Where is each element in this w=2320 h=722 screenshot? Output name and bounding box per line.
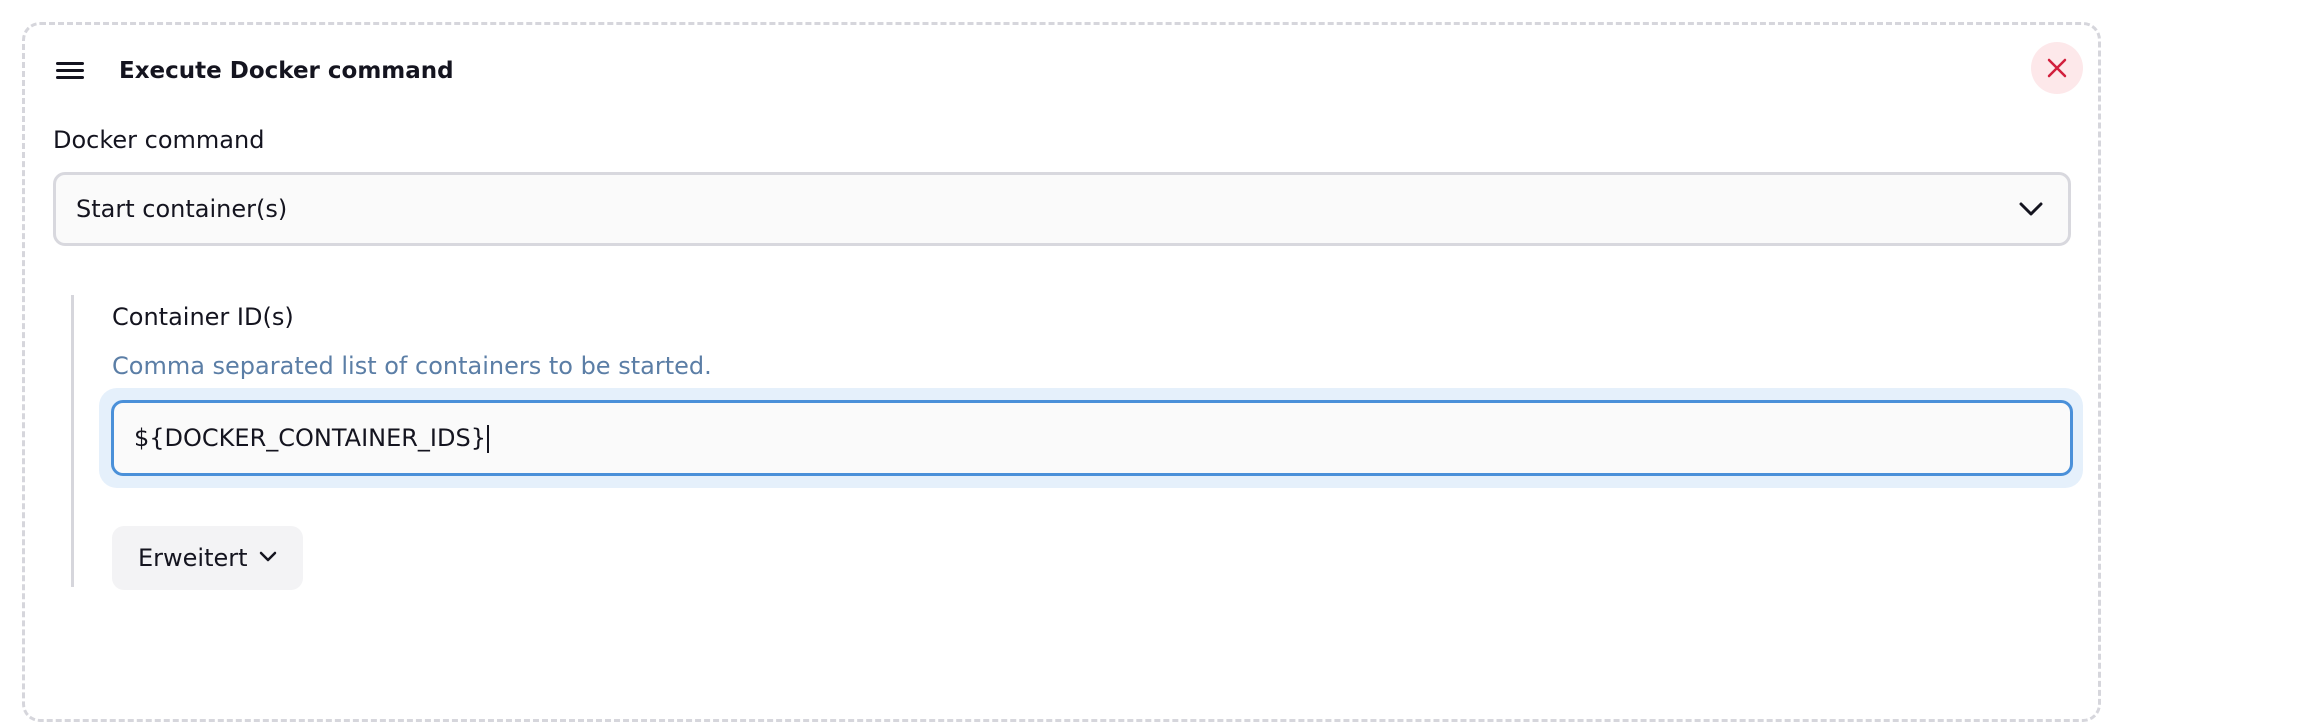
container-ids-label: Container ID(s) xyxy=(112,303,294,331)
step-title: Execute Docker command xyxy=(119,58,454,84)
close-x-icon xyxy=(2047,58,2067,78)
nested-section-divider xyxy=(71,295,74,587)
docker-command-selected-value: Start container(s) xyxy=(76,195,288,223)
container-ids-help-text: Comma separated list of containers to be… xyxy=(112,352,712,380)
close-button[interactable] xyxy=(2031,42,2083,94)
text-caret xyxy=(487,425,489,453)
docker-command-select[interactable]: Start container(s) xyxy=(53,172,2071,246)
chevron-down-icon xyxy=(2019,202,2043,216)
advanced-button-label: Erweitert xyxy=(138,544,248,572)
docker-command-label: Docker command xyxy=(53,126,265,154)
chevron-down-icon xyxy=(259,551,277,562)
container-ids-input[interactable]: ${DOCKER_CONTAINER_IDS} xyxy=(111,400,2073,476)
container-ids-input-value: ${DOCKER_CONTAINER_IDS} xyxy=(134,424,486,452)
advanced-button[interactable]: Erweitert xyxy=(112,526,303,590)
hamburger-menu-icon[interactable] xyxy=(56,62,84,80)
